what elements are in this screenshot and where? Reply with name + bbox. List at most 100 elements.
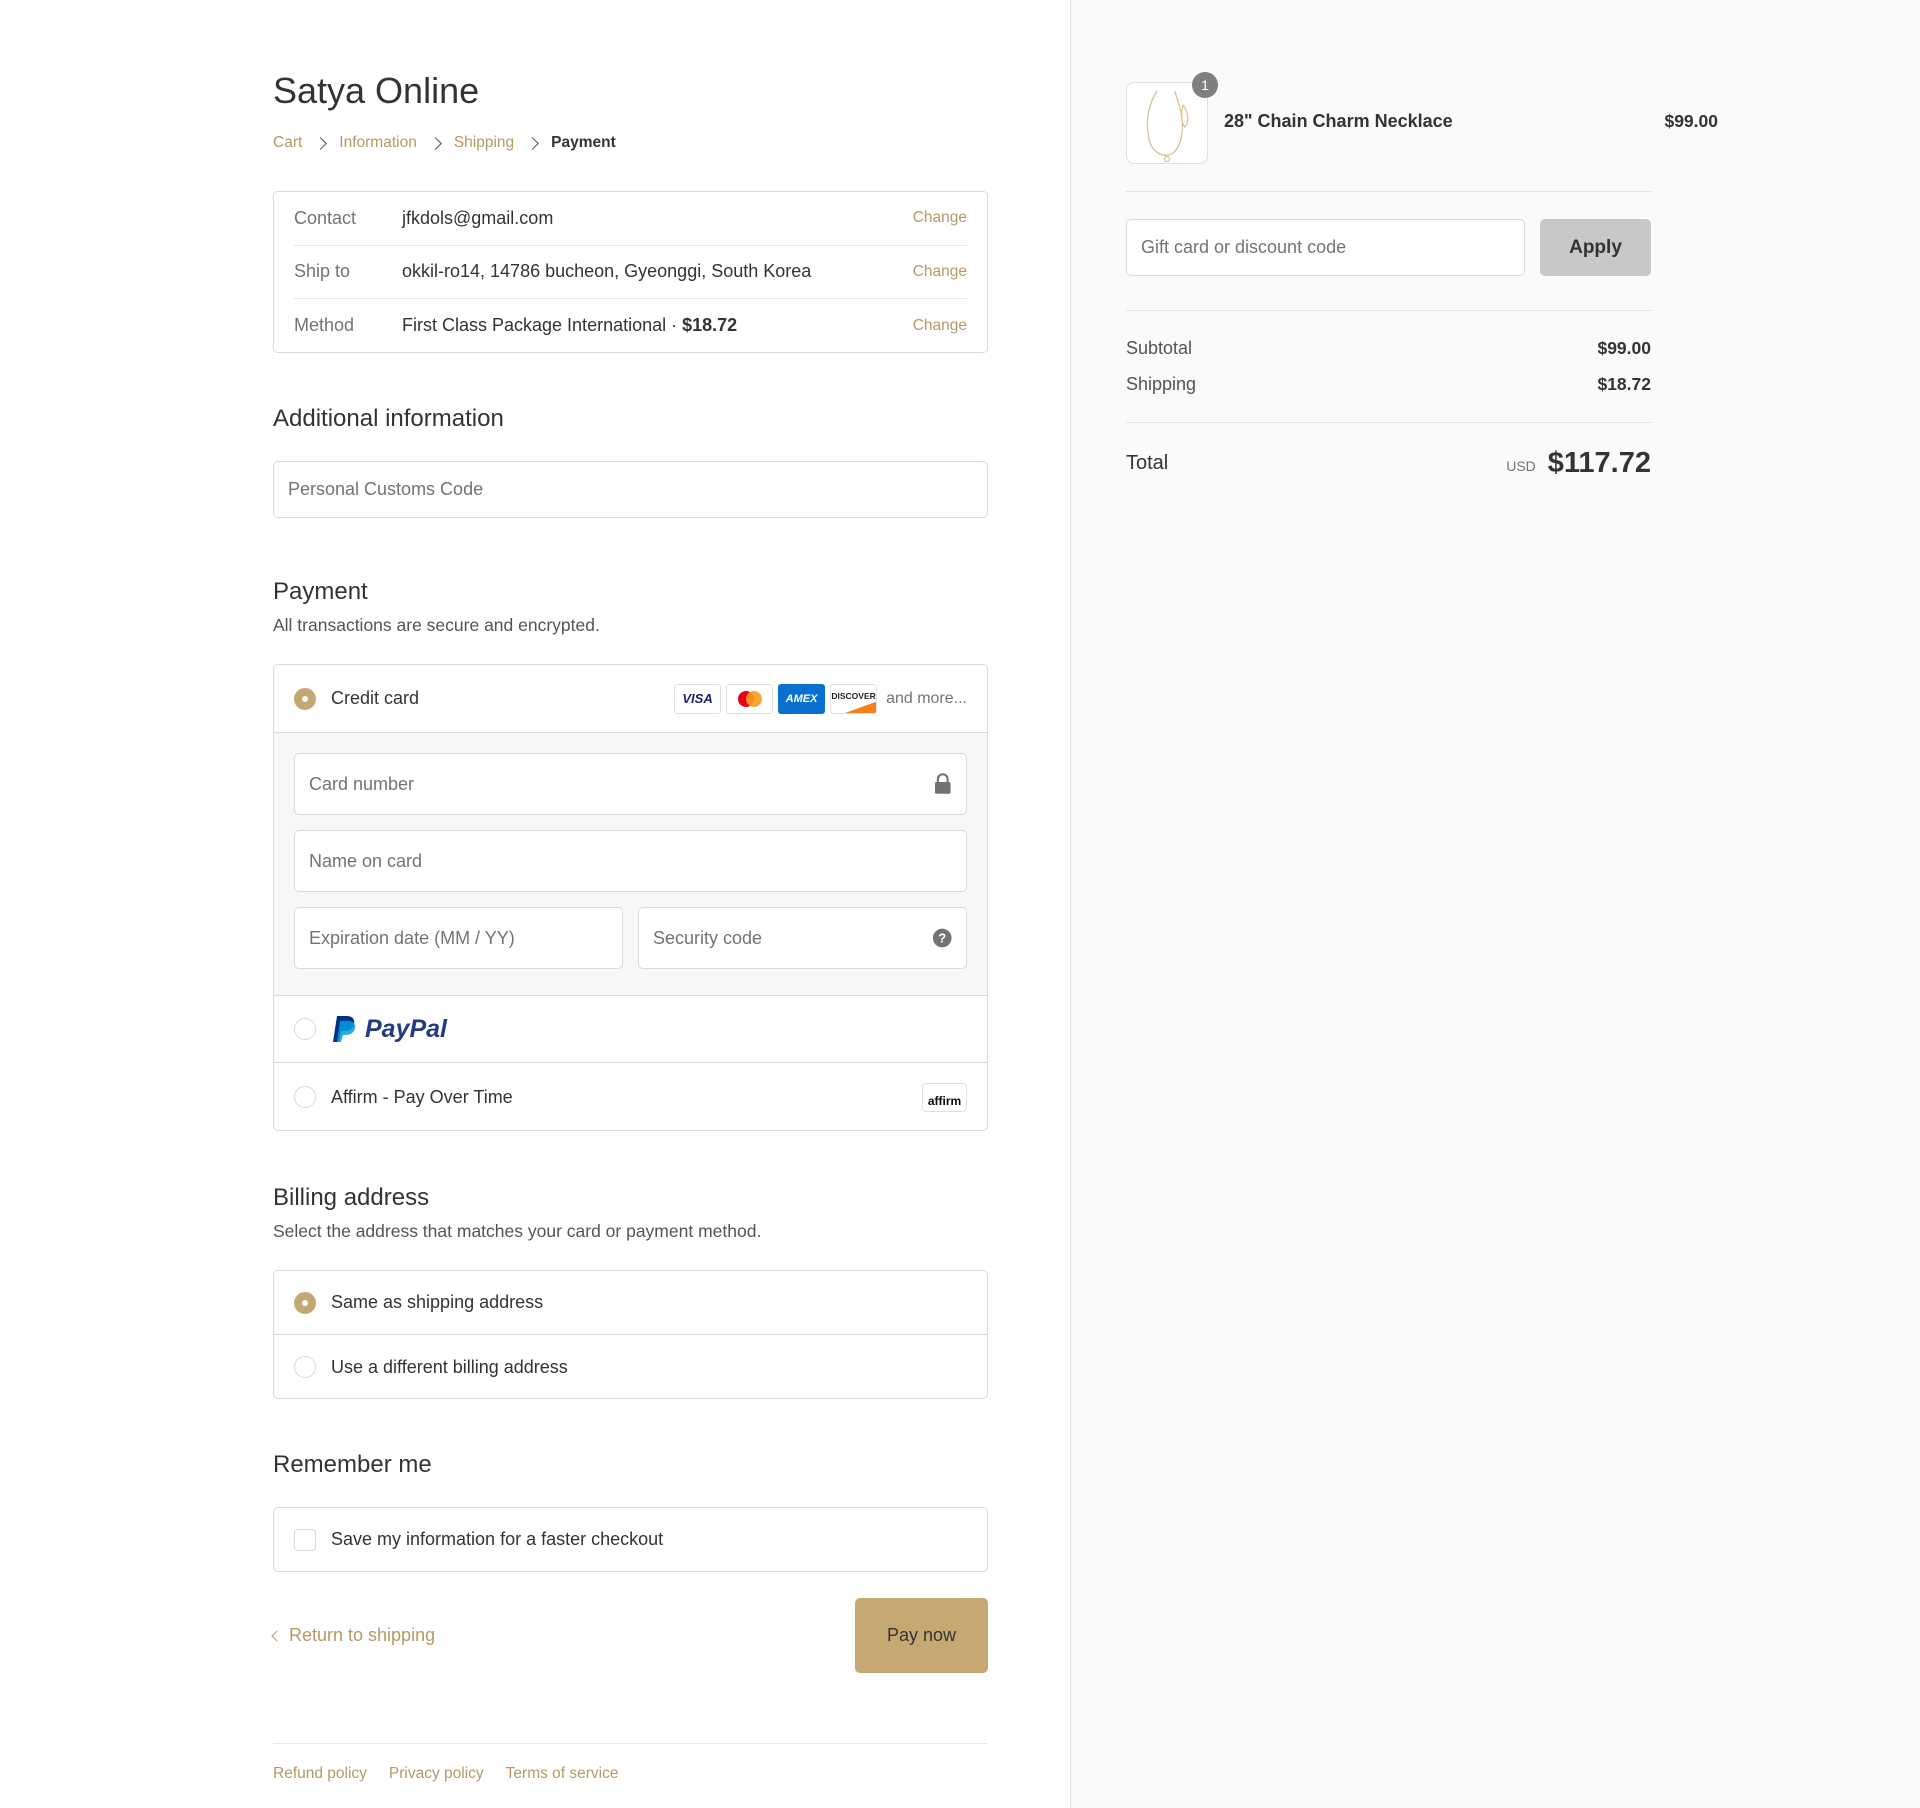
remember-me-checkbox[interactable] [294, 1528, 316, 1551]
chevron-right-icon [314, 137, 328, 150]
name-on-card-input[interactable] [309, 850, 952, 872]
card-number-input[interactable] [309, 773, 935, 795]
breadcrumb-cart[interactable]: Cart [273, 134, 302, 152]
mastercard-icon [726, 683, 774, 714]
privacy-policy-link[interactable]: Privacy policy [389, 1765, 484, 1783]
discount-code-field[interactable] [1126, 219, 1525, 276]
remember-me-option[interactable]: Save my information for a faster checkou… [273, 1507, 988, 1572]
subtotal-value: $99.00 [1597, 338, 1651, 358]
help-icon[interactable]: ? [932, 927, 953, 949]
billing-same-label: Same as shipping address [331, 1292, 544, 1312]
remember-me-label: Save my information for a faster checkou… [331, 1529, 664, 1549]
shipping-value: $18.72 [1597, 374, 1651, 394]
affirm-radio[interactable] [294, 1086, 316, 1108]
subtotal-label: Subtotal [1126, 338, 1193, 358]
credit-card-label: Credit card [331, 688, 420, 708]
card-number-field[interactable] [294, 753, 967, 815]
breadcrumb-shipping[interactable]: Shipping [454, 134, 514, 152]
total-label: Total [1126, 452, 1169, 474]
and-more-text: and more... [886, 689, 967, 707]
discover-icon: DISCOVER [830, 683, 878, 714]
shop-name[interactable]: Satya Online [273, 70, 479, 112]
total-value: $117.72 [1547, 447, 1651, 479]
summary-divider [1126, 191, 1651, 192]
order-summary: 1 28" Chain Charm Necklace $99.00 Apply … [1070, 0, 1920, 1808]
breadcrumb-payment: Payment [551, 134, 616, 151]
change-contact-link[interactable]: Change [913, 209, 967, 227]
terms-of-service-link[interactable]: Terms of service [506, 1765, 619, 1783]
review-contact-value: jfkdols@gmail.com [402, 207, 554, 228]
chevron-right-icon [428, 137, 442, 150]
security-code-field[interactable]: ? [638, 907, 967, 969]
billing-same-radio[interactable] [294, 1291, 316, 1314]
footer-links: Refund policy Privacy policy Terms of se… [273, 1743, 988, 1783]
review-method-label: Method [294, 315, 355, 336]
credit-card-form: ? [274, 732, 987, 996]
review-method-value: First Class Package International · $18.… [402, 315, 913, 336]
billing-different-label: Use a different billing address [331, 1356, 568, 1377]
payment-heading: Payment [273, 578, 368, 605]
return-to-shipping-label: Return to shipping [289, 1625, 436, 1645]
quantity-badge: 1 [1192, 72, 1218, 98]
expiration-input[interactable] [309, 927, 608, 949]
additional-info-heading: Additional information [273, 405, 504, 432]
review-ship-to-value: okkil-ro14, 14786 bucheon, Gyeonggi, Sou… [402, 261, 812, 282]
product-thumbnail: 1 [1126, 72, 1218, 164]
breadcrumb-information[interactable]: Information [339, 134, 417, 152]
necklace-image [1146, 90, 1189, 163]
payment-option-affirm[interactable]: Affirm - Pay Over Time affirm [274, 1063, 987, 1130]
review-method-price: $18.72 [682, 315, 738, 336]
review-ship-to-label: Ship to [294, 261, 351, 282]
return-to-shipping-link[interactable]: Return to shipping [271, 1625, 436, 1646]
chevron-left-icon [271, 1629, 283, 1642]
remember-heading: Remember me [273, 1451, 432, 1478]
affirm-label: Affirm - Pay Over Time [331, 1086, 513, 1107]
change-ship-to-link[interactable]: Change [913, 263, 967, 281]
paypal-wordmark: PayPal [365, 1014, 448, 1043]
payment-subtext: All transactions are secure and encrypte… [273, 615, 600, 635]
chevron-right-icon [526, 137, 540, 150]
paypal-icon [333, 1016, 356, 1042]
summary-divider [1126, 310, 1651, 311]
name-on-card-field[interactable] [294, 830, 967, 892]
visa-icon: VISA [674, 683, 722, 714]
security-code-input[interactable] [653, 927, 932, 949]
pay-now-button[interactable]: Pay now [855, 1598, 988, 1673]
paypal-logo: PayPal [331, 1015, 447, 1044]
amex-icon-label: AMEX [785, 692, 818, 705]
payment-methods: Credit card VISA AMEX DISCOVER and more.… [273, 664, 988, 1131]
billing-option-same[interactable]: Same as shipping address [274, 1271, 987, 1335]
paypal-radio[interactable] [294, 1018, 316, 1040]
billing-option-different[interactable]: Use a different billing address [274, 1335, 987, 1399]
checkout-main-column: Satya Online Cart Information Shipping P… [0, 0, 1070, 1808]
credit-card-radio[interactable] [294, 687, 316, 710]
product-price: $99.00 [1664, 111, 1718, 131]
expiration-field[interactable] [294, 907, 623, 969]
review-contact-row: Contact jfkdols@gmail.com Change [294, 192, 967, 246]
total-row: Total USD $117.72 [1126, 447, 1651, 480]
apply-discount-button[interactable]: Apply [1540, 219, 1651, 276]
billing-heading: Billing address [273, 1184, 430, 1211]
payment-option-credit-card[interactable]: Credit card VISA AMEX DISCOVER and more.… [274, 665, 987, 732]
review-method-name: First Class Package International · [402, 315, 683, 336]
billing-options: Same as shipping address Use a different… [273, 1270, 988, 1399]
review-block: Contact jfkdols@gmail.com Change Ship to… [273, 191, 988, 353]
change-method-link[interactable]: Change [913, 317, 967, 335]
shipping-label: Shipping [1126, 374, 1197, 394]
billing-different-radio[interactable] [294, 1356, 316, 1378]
card-brands: VISA AMEX DISCOVER and more... [674, 683, 967, 714]
product-name: 28" Chain Charm Necklace [1224, 111, 1453, 131]
currency-code: USD [1506, 457, 1536, 474]
subtotal-row: Subtotal $99.00 [1126, 338, 1651, 359]
billing-subtext: Select the address that matches your car… [273, 1221, 762, 1241]
review-method-row: Method First Class Package International… [294, 299, 967, 353]
customs-code-field[interactable] [273, 461, 988, 518]
affirm-logo-icon: affirm [922, 1082, 967, 1112]
discover-icon-label: DISCOVER [831, 690, 876, 701]
discount-code-input[interactable] [1141, 237, 1510, 258]
customs-code-input[interactable] [288, 479, 973, 500]
svg-text:?: ? [938, 931, 946, 946]
payment-option-paypal[interactable]: PayPal [274, 996, 987, 1063]
affirm-logo-text: affirm [927, 1093, 962, 1108]
refund-policy-link[interactable]: Refund policy [273, 1765, 367, 1783]
